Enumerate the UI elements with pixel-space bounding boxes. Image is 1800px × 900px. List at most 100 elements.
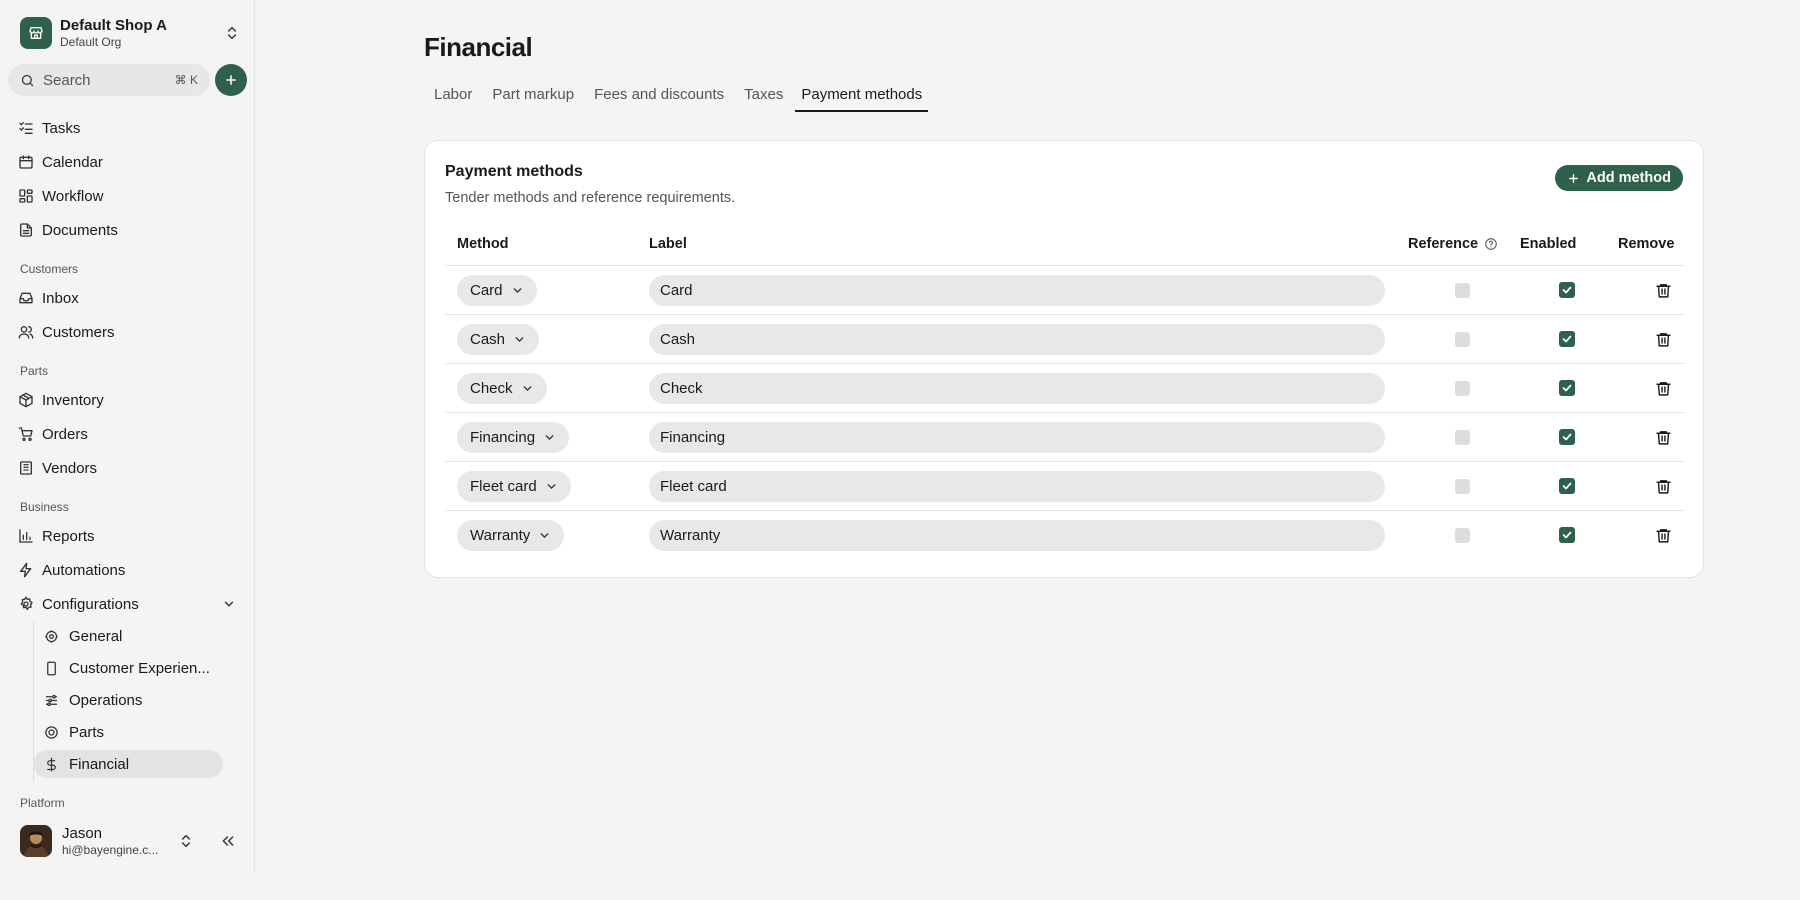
label-input[interactable] — [649, 520, 1385, 551]
plus-icon — [226, 75, 236, 85]
sidebar-item-calendar[interactable]: Calendar — [18, 149, 238, 175]
plus-icon — [1569, 173, 1579, 183]
check-icon — [1562, 433, 1572, 441]
reference-checkbox[interactable] — [1455, 479, 1470, 494]
enabled-checkbox[interactable] — [1559, 380, 1575, 396]
trash-icon[interactable] — [1655, 527, 1672, 544]
sidebar-subitem-label: Operations — [69, 691, 143, 709]
label-input[interactable] — [649, 373, 1385, 404]
sidebar-item-tasks[interactable]: Tasks — [18, 115, 238, 141]
user-email: hi@bayengine.c... — [62, 843, 159, 857]
sidebar-item-label: Documents — [42, 221, 118, 239]
enabled-checkbox[interactable] — [1559, 331, 1575, 347]
method-select[interactable]: Warranty — [457, 520, 565, 551]
collapse-sidebar-icon[interactable] — [220, 833, 236, 849]
file-text-icon — [20, 223, 32, 237]
store-icon — [20, 17, 52, 49]
tab-taxes[interactable]: Taxes — [734, 84, 793, 112]
trash-icon[interactable] — [1655, 331, 1672, 348]
dollar-sign-icon — [47, 757, 56, 771]
sidebar-subitem-customer-experience[interactable]: Customer Experien... — [44, 655, 220, 681]
section-label-platform: Platform — [20, 796, 65, 810]
sidebar-item-label: Configurations — [42, 595, 139, 613]
card-title: Payment methods — [445, 163, 583, 180]
sidebar-item-label: Reports — [42, 527, 95, 545]
trash-icon[interactable] — [1655, 380, 1672, 397]
tab-payment-methods[interactable]: Payment methods — [795, 84, 929, 112]
trash-icon[interactable] — [1655, 478, 1672, 495]
sidebar-subitem-operations[interactable]: Operations — [44, 687, 220, 713]
column-header-label: Label — [649, 236, 687, 252]
label-input[interactable] — [649, 275, 1385, 306]
calendar-icon — [19, 155, 33, 169]
label-input[interactable] — [649, 422, 1385, 453]
section-label-parts: Parts — [20, 364, 49, 378]
sidebar-subitem-financial[interactable]: Financial — [33, 750, 223, 778]
users-icon — [18, 326, 34, 339]
check-icon — [1562, 384, 1572, 392]
enabled-checkbox[interactable] — [1559, 527, 1575, 543]
add-method-button[interactable]: Add method — [1555, 165, 1683, 191]
bar-chart-icon — [19, 529, 33, 543]
label-input[interactable] — [649, 471, 1385, 502]
label-input[interactable] — [649, 324, 1385, 355]
sidebar-item-vendors[interactable]: Vendors — [18, 455, 238, 481]
section-label-business: Business — [20, 500, 69, 514]
column-header-reference: Reference — [1408, 236, 1498, 252]
chevron-down-icon — [545, 435, 554, 441]
sidebar-item-inventory[interactable]: Inventory — [18, 387, 238, 413]
sidebar-subitem-label: Parts — [69, 723, 105, 741]
sidebar-subitem-parts[interactable]: Parts — [44, 719, 220, 745]
method-select[interactable]: Cash — [457, 324, 540, 355]
enabled-checkbox[interactable] — [1559, 429, 1575, 445]
table-row: Warranty — [445, 511, 1685, 560]
column-header-remove: Remove — [1618, 236, 1675, 252]
table-row: Card — [445, 266, 1685, 315]
tab-fees-and-discounts[interactable]: Fees and discounts — [584, 84, 734, 112]
create-button[interactable] — [215, 64, 247, 96]
reference-checkbox[interactable] — [1455, 283, 1470, 298]
table-row: Financing — [445, 413, 1685, 462]
shop-switcher[interactable]: Default Shop A Default Org — [20, 16, 240, 50]
sidebar-item-label: Vendors — [42, 459, 98, 477]
chevrons-up-down-icon[interactable] — [178, 833, 194, 849]
reference-checkbox[interactable] — [1455, 528, 1470, 543]
user-name: Jason — [62, 825, 103, 842]
method-select[interactable]: Financing — [457, 422, 570, 453]
sidebar-item-label: Inventory — [42, 391, 104, 409]
sidebar-item-workflow[interactable]: Workflow — [18, 183, 238, 209]
smartphone-icon — [47, 661, 56, 675]
chevron-down-icon[interactable] — [222, 597, 236, 611]
tab-part-markup[interactable]: Part markup — [482, 84, 584, 112]
sidebar-item-documents[interactable]: Documents — [18, 217, 238, 243]
tab-labor[interactable]: Labor — [424, 84, 482, 112]
reference-checkbox[interactable] — [1455, 381, 1470, 396]
search-input[interactable]: Search ⌘ K — [8, 64, 210, 96]
inbox-icon — [19, 292, 33, 304]
check-icon — [1562, 335, 1572, 343]
reference-checkbox[interactable] — [1455, 332, 1470, 347]
enabled-checkbox[interactable] — [1559, 282, 1575, 298]
table-row: Check — [445, 364, 1685, 413]
trash-icon[interactable] — [1655, 429, 1672, 446]
method-select[interactable]: Card — [457, 275, 537, 306]
zap-icon — [20, 562, 32, 578]
sidebar-subitem-general[interactable]: General — [44, 623, 220, 649]
reference-header-text: Reference — [1408, 236, 1479, 252]
user-menu[interactable]: Jason hi@bayengine.c... — [20, 824, 250, 858]
sidebar-item-customers[interactable]: Customers — [18, 319, 238, 345]
reference-checkbox[interactable] — [1455, 430, 1470, 445]
enabled-checkbox[interactable] — [1559, 478, 1575, 494]
method-select[interactable]: Check — [457, 373, 547, 404]
sidebar-item-inbox[interactable]: Inbox — [18, 285, 238, 311]
trash-icon[interactable] — [1655, 282, 1672, 299]
sidebar-item-label: Tasks — [42, 119, 81, 137]
tab-bar: Labor Part markup Fees and discounts Tax… — [424, 84, 929, 112]
sidebar-item-automations[interactable]: Automations — [18, 557, 238, 583]
sidebar-item-orders[interactable]: Orders — [18, 421, 238, 447]
help-circle-icon[interactable] — [1484, 237, 1498, 251]
sidebar-item-reports[interactable]: Reports — [18, 523, 238, 549]
method-select[interactable]: Fleet card — [457, 471, 571, 502]
sidebar-item-label: Orders — [42, 425, 88, 443]
sidebar-item-configurations[interactable]: Configurations — [18, 591, 238, 617]
